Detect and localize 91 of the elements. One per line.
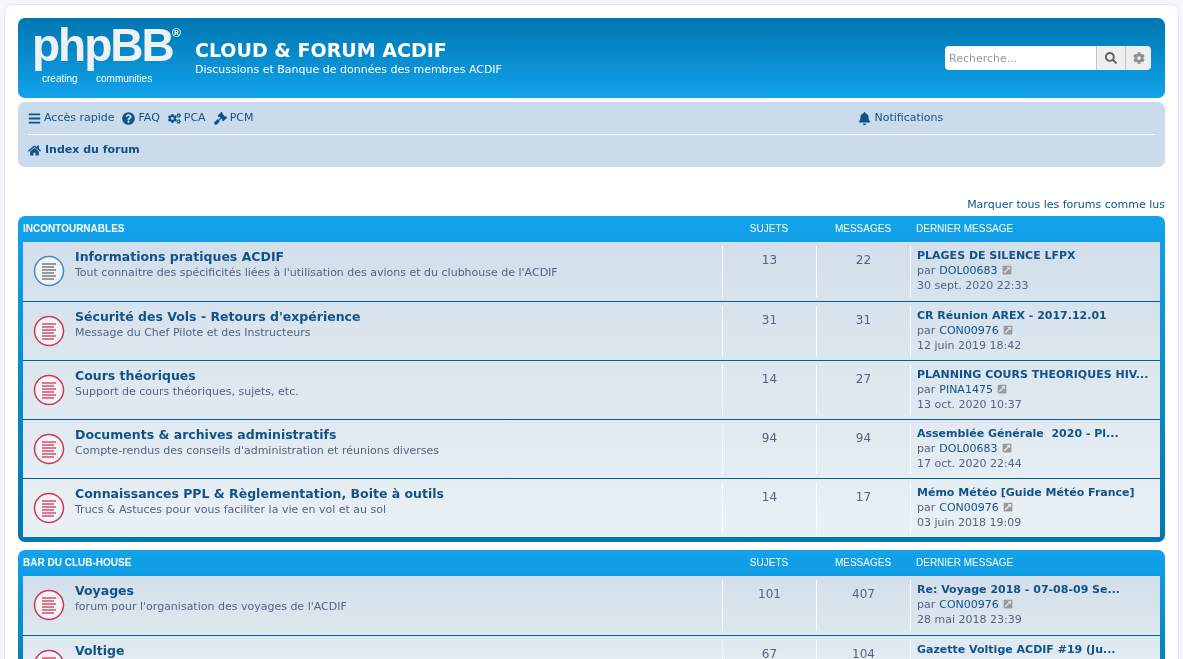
- forum-title[interactable]: Documents & archives administratifs: [75, 425, 439, 443]
- nav-link[interactable]: FAQ: [122, 109, 160, 127]
- forum-title[interactable]: Informations pratiques ACDIF: [75, 247, 558, 265]
- posts-count: 27: [855, 371, 872, 386]
- column-header: DERNIER MESSAGE: [915, 222, 1015, 236]
- last-post-title[interactable]: Re: Voyage 2018 - 07-08-09 Se...: [917, 581, 1160, 597]
- last-post-title[interactable]: Gazette Voltige ACDIF #19 (Ju...: [917, 641, 1160, 657]
- last-post-author[interactable]: DOL00683: [939, 440, 998, 456]
- last-post-by: par: [917, 499, 936, 515]
- bell-icon: [858, 111, 872, 125]
- last-post-title[interactable]: PLANNING COURS THEORIQUES HIV...: [917, 366, 1160, 382]
- view-post-icon[interactable]: [1002, 599, 1013, 609]
- forum-description: forum pour l'organisation des voyages de l'ACDIF: [75, 598, 347, 614]
- forum-title[interactable]: Sécurité des Vols - Retours d'expérience: [75, 307, 361, 325]
- topics-count: 94: [761, 430, 778, 445]
- last-post-by: par: [917, 381, 936, 397]
- last-post-by: par: [917, 440, 936, 456]
- forum-description: Message du Chef Pilote et des Instructeurs: [75, 324, 312, 340]
- nav-link[interactable]: Accès rapide: [28, 109, 115, 127]
- last-post-time: 03 juin 2018 19:09: [917, 514, 1023, 530]
- last-post-by: par: [917, 596, 936, 612]
- search-icon: [1105, 52, 1117, 64]
- view-post-icon[interactable]: [996, 384, 1007, 394]
- breadcrumb-link[interactable]: Index du forum: [28, 142, 140, 159]
- topics-count: 13: [761, 252, 778, 267]
- topics-count: 101: [758, 586, 781, 601]
- forum-title[interactable]: Voltige: [75, 641, 125, 659]
- last-post-title[interactable]: Assemblée Générale 2020 - Pl...: [917, 425, 1160, 441]
- site-title[interactable]: CLOUD & FORUM ACDIF: [195, 38, 502, 62]
- posts-count: 31: [855, 312, 872, 327]
- gavel-icon: [213, 111, 227, 125]
- question-icon: [122, 111, 136, 125]
- posts-count: 94: [855, 430, 872, 445]
- last-post-title[interactable]: Mémo Météo [Guide Météo France]: [917, 484, 1160, 500]
- posts-count: 104: [852, 646, 875, 659]
- column-header: MESSAGES: [833, 222, 893, 236]
- column-header: SUJETS: [748, 222, 790, 236]
- menu-icon: [28, 111, 41, 125]
- gear-icon: [1132, 52, 1145, 64]
- view-post-icon[interactable]: [1002, 502, 1013, 512]
- view-post-icon[interactable]: [1002, 325, 1013, 335]
- last-post-author[interactable]: CON00976: [939, 322, 999, 338]
- topics-count: 14: [761, 489, 778, 504]
- posts-count: 17: [855, 489, 872, 504]
- last-post-time: 28 mai 2018 23:39: [917, 611, 1023, 627]
- notifications-link[interactable]: Notifications: [858, 109, 944, 127]
- last-post-time: 30 sept. 2020 22:33: [917, 277, 1030, 293]
- last-post-author[interactable]: CON00976: [939, 596, 999, 612]
- last-post-title[interactable]: PLAGES DE SILENCE LFPX: [917, 247, 1160, 263]
- column-header: DERNIER MESSAGE: [915, 556, 1015, 570]
- last-post-time: 17 oct. 2020 22:44: [917, 455, 1023, 471]
- logo[interactable]: phpBB® creating communities: [32, 26, 182, 90]
- forum-title[interactable]: Voyages: [75, 581, 347, 599]
- nav-link-label: PCM: [229, 109, 254, 126]
- forum-description: Tout connaitre des spécificités liées à l'utilisation des avions et du clubhouse de l'ACDIF: [75, 264, 558, 280]
- forum-description: Trucs & Astuces pour vous faciliter la vie en vol et au sol: [75, 501, 388, 517]
- forum-title[interactable]: Cours théoriques: [75, 366, 299, 384]
- site-description: Discussions et Banque de données des membres ACDIF: [195, 62, 502, 78]
- last-post-author[interactable]: PINA1475: [939, 381, 993, 397]
- breadcrumb-label: Index du forum: [45, 142, 140, 159]
- search-field[interactable]: Recherche...: [945, 46, 1096, 70]
- last-post-time: 12 juin 2019 18:42: [917, 337, 1023, 353]
- forum-description: Support de cours théoriques, sujets, etc.: [75, 383, 299, 399]
- settings-button[interactable]: [1125, 46, 1151, 70]
- last-post-author[interactable]: DOL00683: [939, 262, 998, 278]
- column-header: MESSAGES: [833, 556, 893, 570]
- last-post-time: 13 oct. 2020 10:37: [917, 396, 1023, 412]
- notifications-label: Notifications: [874, 109, 944, 126]
- mark-read-link[interactable]: Marquer tous les forums comme lus: [967, 197, 1165, 214]
- last-post-by: par: [917, 322, 936, 338]
- view-post-icon[interactable]: [1001, 443, 1012, 453]
- last-post-by: par: [917, 262, 936, 278]
- posts-count: 407: [852, 586, 875, 601]
- topics-count: 31: [761, 312, 778, 327]
- nav-link-label: Accès rapide: [44, 109, 115, 126]
- last-post-author[interactable]: CON00976: [939, 499, 999, 515]
- nav-link-label: PCA: [183, 109, 206, 126]
- forum-description: Compte-rendus des conseils d'administration et réunions diverses: [75, 442, 439, 458]
- column-header: SUJETS: [748, 556, 790, 570]
- view-post-icon[interactable]: [1001, 265, 1012, 275]
- topics-count: 67: [761, 646, 778, 659]
- nav-link[interactable]: PCM: [213, 109, 254, 127]
- gears-icon: [167, 111, 181, 125]
- last-post-title[interactable]: CR Réunion AREX - 2017.12.01: [917, 307, 1160, 323]
- home-icon: [28, 144, 41, 157]
- nav-link-label: FAQ: [138, 109, 160, 126]
- forum-title[interactable]: Connaissances PPL & Règlementation, Boite à outils: [75, 484, 444, 502]
- topics-count: 14: [761, 371, 778, 386]
- search-button[interactable]: [1096, 46, 1125, 70]
- posts-count: 22: [855, 252, 872, 267]
- nav-link[interactable]: PCA: [167, 109, 206, 127]
